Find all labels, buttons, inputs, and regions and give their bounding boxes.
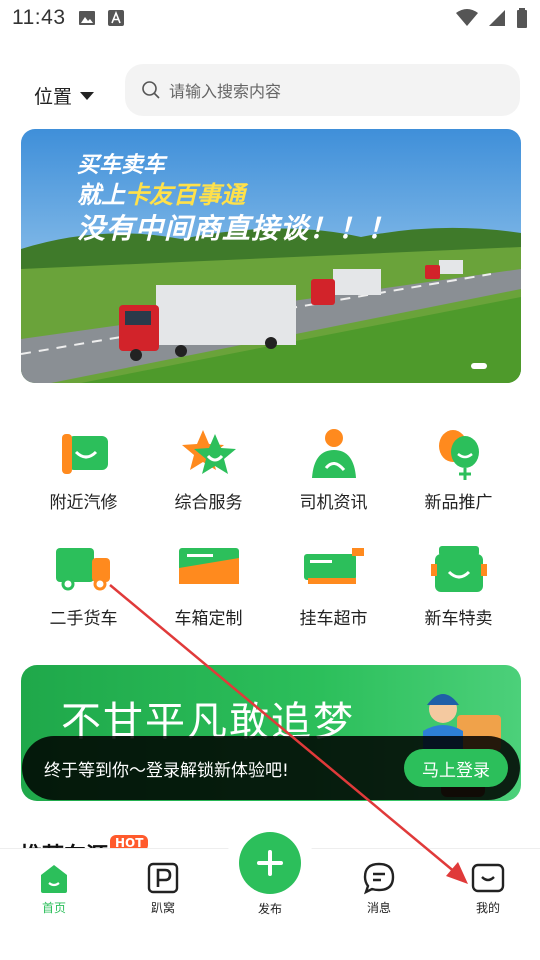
tab-label: 趴窝	[150, 901, 175, 915]
balloon-icon	[438, 430, 479, 480]
service-label: 附近汽修	[49, 493, 118, 513]
wrench-truck-icon	[61, 434, 108, 474]
service-general[interactable]: 综合服务	[146, 426, 271, 513]
profile-face-icon	[471, 863, 505, 893]
top-header: 位置 请输入搜索内容	[0, 62, 540, 116]
service-driver-news[interactable]: 司机资讯	[271, 426, 396, 513]
service-label: 司机资讯	[299, 493, 368, 513]
banner-brand-name: 卡友百事通	[125, 181, 245, 209]
search-placeholder: 请输入搜索内容	[169, 82, 282, 101]
image-notification-icon	[78, 11, 95, 25]
publish-label: 发布	[257, 902, 282, 916]
service-new-products[interactable]: 新品推广	[396, 426, 521, 513]
tab-messages[interactable]: 消息	[339, 861, 419, 916]
service-label: 挂车超市	[299, 609, 368, 629]
dropdown-caret-icon	[80, 91, 95, 100]
service-trailer-market[interactable]: 挂车超市	[271, 542, 396, 629]
hero-banner[interactable]: 买车卖车 就上卡友百事通 没有中间商直接谈！！！	[21, 129, 521, 383]
home-icon	[41, 865, 67, 893]
location-label: 位置	[34, 86, 73, 108]
service-label: 新车特卖	[424, 609, 493, 629]
cargo-truck-icon	[55, 548, 110, 591]
wifi-icon	[456, 9, 478, 26]
star-face-icon	[181, 430, 236, 474]
search-icon	[142, 81, 160, 99]
signal-icon	[489, 10, 505, 26]
service-label: 二手货车	[49, 609, 118, 629]
login-toast: 终于等到你～登录解锁新体验吧! 马上登录	[22, 736, 520, 800]
service-label: 车箱定制	[174, 609, 243, 629]
tab-label: 我的	[475, 901, 500, 915]
login-now-button[interactable]: 马上登录	[404, 749, 508, 787]
tab-home[interactable]: 首页	[14, 861, 94, 916]
carousel-indicator	[471, 363, 487, 369]
location-selector[interactable]: 位置	[34, 82, 95, 109]
parking-icon	[147, 862, 179, 894]
service-container-custom[interactable]: 车箱定制	[146, 542, 271, 629]
tab-mine[interactable]: 我的	[448, 861, 528, 916]
driver-icon	[311, 429, 356, 478]
message-icon	[363, 862, 395, 895]
banner-line-3: 没有中间商直接谈！！！	[77, 212, 397, 245]
status-bar: 11:43	[0, 0, 540, 36]
plus-icon	[257, 850, 283, 876]
banner-line-2: 就上卡友百事通	[77, 175, 245, 210]
banner-line-2-prefix: 就上	[77, 181, 125, 209]
container-icon	[178, 548, 239, 584]
tab-park[interactable]: 趴窝	[123, 861, 203, 916]
service-nearby-repair[interactable]: 附近汽修	[21, 426, 146, 513]
trailer-icon	[303, 548, 364, 584]
new-truck-icon	[430, 546, 487, 592]
search-bar[interactable]: 请输入搜索内容	[125, 64, 520, 116]
battery-icon	[517, 8, 527, 28]
service-new-car-sale[interactable]: 新车特卖	[396, 542, 521, 629]
service-label: 综合服务	[174, 493, 243, 513]
service-label: 新品推广	[424, 493, 493, 513]
status-time: 11:43	[12, 6, 66, 29]
service-used-trucks[interactable]: 二手货车	[21, 542, 146, 629]
toast-message: 终于等到你～登录解锁新体验吧!	[44, 760, 289, 781]
tab-label: 首页	[41, 901, 66, 915]
a-notification-icon	[107, 10, 124, 26]
tab-label: 消息	[366, 901, 391, 915]
publish-button[interactable]	[239, 832, 301, 894]
